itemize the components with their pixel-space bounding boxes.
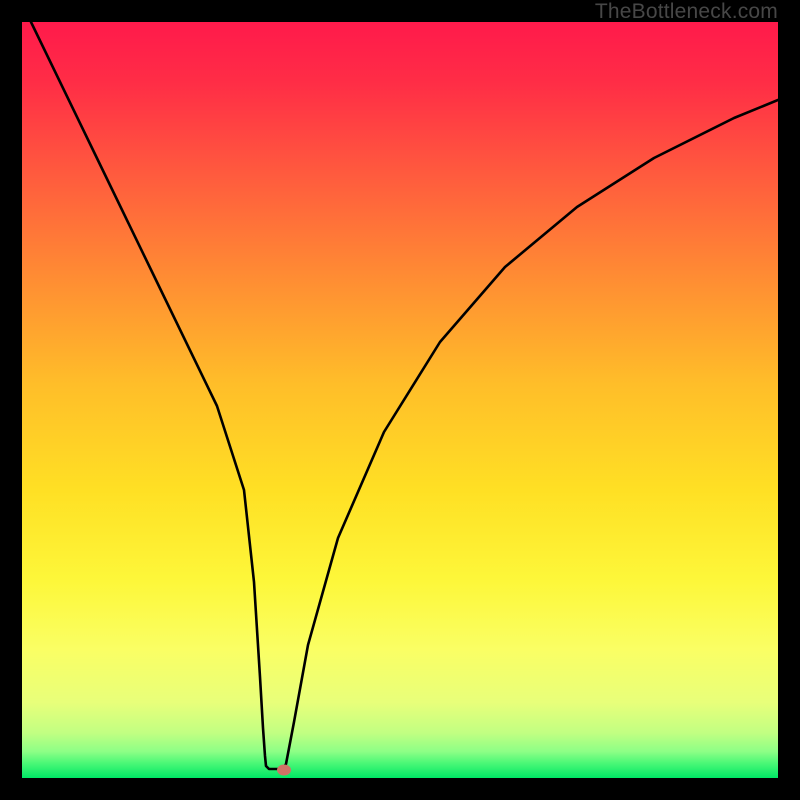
bottleneck-curve — [22, 22, 778, 778]
watermark-text: TheBottleneck.com — [595, 0, 778, 24]
chart-frame — [22, 22, 778, 778]
optimal-point-marker — [277, 765, 291, 776]
